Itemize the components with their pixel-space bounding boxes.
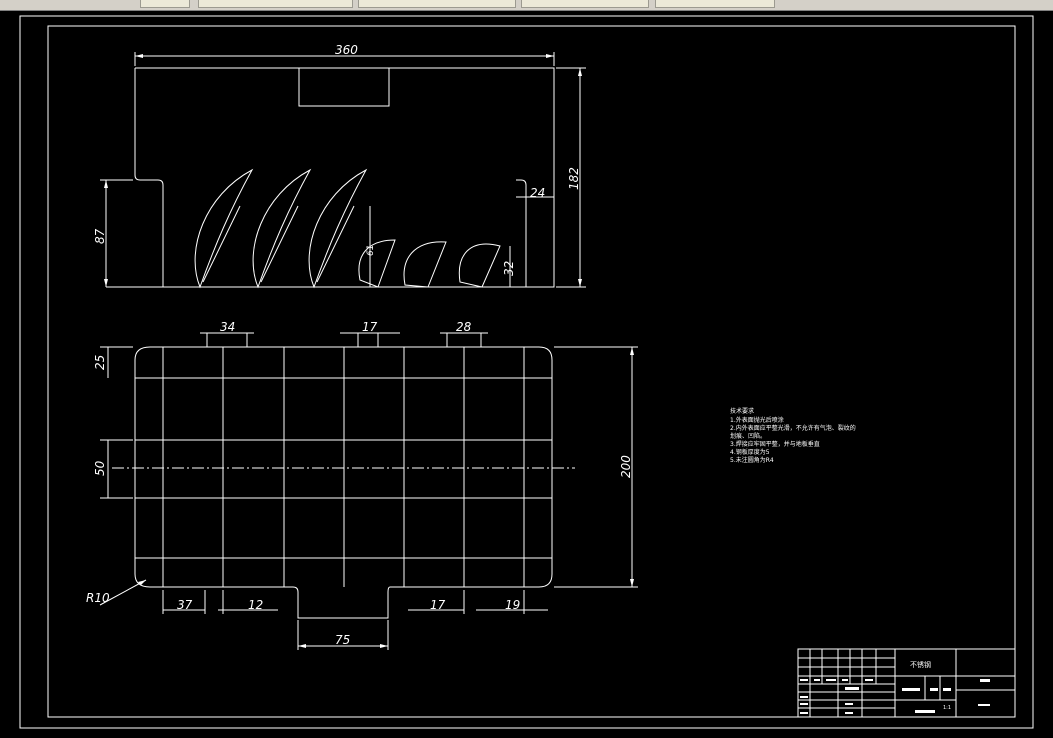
cad-drawing[interactable]: 360 182 87 24 61 32 34 17 28 25 50 200 R… — [0, 10, 1053, 734]
notes-line: 2.内外表面应平整光滑，不允许有气泡、裂纹的 — [730, 424, 856, 432]
dim-tab-height-label: 32 — [502, 261, 516, 276]
dim-height-label: 182 — [567, 167, 581, 190]
notes-title: 技术要求 — [730, 407, 754, 415]
dim-b2-label: 12 — [248, 598, 263, 612]
dim-right-step-label: 24 — [530, 186, 545, 200]
toolbar-item[interactable] — [521, 0, 649, 8]
dim-radius-label: R10 — [86, 591, 110, 605]
title-scale: 1:1 — [943, 705, 951, 711]
dim-tab1-label: 34 — [220, 320, 235, 334]
notes-line: 划痕、凹陷。 — [730, 432, 766, 440]
dim-left-step-label: 87 — [93, 228, 107, 244]
dim-tab3-label: 28 — [456, 320, 472, 334]
top-view — [100, 52, 586, 289]
inner-frame — [47, 25, 1016, 718]
notes-line: 4.钢板厚度为5 — [730, 448, 770, 456]
dim-b4-label: 17 — [430, 598, 446, 612]
dim-middle-label: 50 — [93, 460, 107, 476]
dim-b5-label: 19 — [505, 598, 520, 612]
dim-width-label: 360 — [335, 43, 358, 57]
dim-small-height-label: 61 — [366, 245, 376, 256]
title-material: 不锈钢 — [910, 660, 931, 669]
technical-notes: 技术要求 1.外表面抛光后喷涂 2.内外表面应平整光滑，不允许有气泡、裂纹的 划… — [730, 407, 856, 464]
toolbar-item[interactable] — [198, 0, 353, 8]
toolbar-item[interactable] — [140, 0, 190, 8]
dim-tab2-label: 17 — [362, 320, 378, 334]
dim-b3-label: 75 — [335, 633, 350, 647]
notes-line: 3.焊接应牢固平整，并与地板垂直 — [730, 440, 820, 448]
toolbar-item[interactable] — [655, 0, 775, 8]
outer-frame — [19, 15, 1034, 729]
dim-top-strip-label: 25 — [93, 355, 107, 370]
notes-line: 5.未注圆角为R4 — [730, 456, 774, 464]
notes-line: 1.外表面抛光后喷涂 — [730, 416, 784, 424]
dim-total-height-label: 200 — [619, 455, 633, 478]
title-block — [797, 648, 1016, 718]
toolbar-item[interactable] — [358, 0, 516, 8]
dim-b1-label: 37 — [177, 598, 193, 612]
drawing-canvas[interactable]: 360 182 87 24 61 32 34 17 28 25 50 200 R… — [0, 10, 1053, 734]
